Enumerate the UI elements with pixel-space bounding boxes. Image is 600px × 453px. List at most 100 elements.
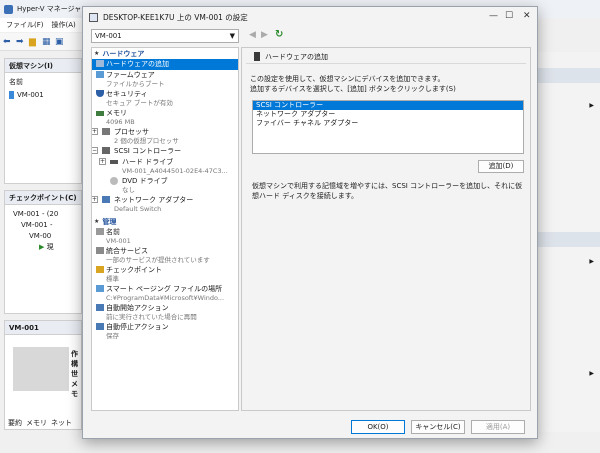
hardware-listbox[interactable]: SCSI コントローラー ネットワーク アダプター ファイバー チャネル アダプ… [252, 100, 524, 154]
vm-pane-title: 仮想マシン(I) [5, 59, 81, 73]
tree-item-sub: 標準 [106, 275, 119, 283]
tab-memory[interactable]: メモリ [26, 418, 47, 428]
expand-icon[interactable]: + [99, 158, 106, 165]
tab-summary[interactable]: 要約 [8, 418, 22, 428]
tree-item-processor[interactable]: + プロセッサ 2 個の仮想プロセッサ [92, 127, 238, 146]
tab-network[interactable]: ネット [51, 418, 72, 428]
checkpoint-now[interactable]: ▶ 現 [13, 242, 81, 253]
tree-item-add-hardware[interactable]: ハードウェアの追加 [92, 59, 238, 70]
tree-item-label: スマート ページング ファイルの場所 [106, 285, 223, 293]
autostop-icon [96, 323, 104, 330]
tree-item-autostart[interactable]: 自動開始アクション 前に実行されていた場合に再開 [92, 303, 238, 322]
collapse-icon[interactable]: ★ [94, 50, 99, 57]
menu-file[interactable]: ファイル(F) [6, 20, 44, 30]
cancel-button[interactable]: キャンセル(C) [411, 420, 465, 434]
nav-back-icon[interactable]: ◀ [249, 30, 256, 40]
collapse-icon[interactable]: ★ [94, 218, 99, 225]
actions-pane: ▶ ▶ ▶ [538, 52, 600, 432]
hardware-option-fibre[interactable]: ファイバー チャネル アダプター [253, 119, 523, 128]
collapse-icon[interactable]: − [92, 147, 98, 154]
tree-item-name[interactable]: 名前 VM-001 [92, 227, 238, 246]
tree-item-label: チェックポイント [106, 266, 162, 274]
apply-button[interactable]: 適用(A) [471, 420, 525, 434]
checkpoint-item[interactable]: VM-001 - [13, 220, 81, 231]
tree-item-label: ハードウェアの追加 [106, 60, 169, 68]
management-section-header[interactable]: ★ 管理 [92, 216, 238, 227]
forward-arrow-icon[interactable]: ➡ [16, 37, 26, 47]
panel-description: この設定を使用して、仮想マシンにデバイスを追加できます。 追加するデバイスを選択… [250, 74, 526, 94]
tree-item-label: ネットワーク アダプター [114, 196, 194, 204]
panel-desc-line: この設定を使用して、仮想マシンにデバイスを追加できます。 [250, 75, 445, 83]
tree-item-sub: VM-001_A4044501-02E4-47C3... [122, 167, 228, 175]
nav-forward-icon[interactable]: ▶ [261, 30, 268, 40]
actions-header [538, 232, 600, 247]
tree-item-label: セキュリティ [106, 90, 148, 98]
grid-icon[interactable]: ▦ [42, 37, 52, 47]
minimize-icon[interactable]: — [489, 11, 498, 21]
tree-item-sub: Default Switch [114, 205, 162, 213]
help-icon[interactable]: ▣ [55, 37, 65, 47]
tree-item-network[interactable]: + ネットワーク アダプター Default Switch [92, 195, 238, 214]
tree-item-sub: 一部のサービスが提供されています [106, 256, 210, 264]
tree-item-integration[interactable]: 統合サービス 一部のサービスが提供されています [92, 246, 238, 265]
vm-col-header: 名前 [9, 78, 23, 86]
hardware-icon [254, 52, 260, 61]
firmware-icon [96, 71, 104, 78]
back-arrow-icon[interactable]: ⬅ [3, 37, 13, 47]
ok-button[interactable]: OK(O) [351, 420, 405, 434]
dvd-icon [110, 177, 118, 185]
hardware-option-network[interactable]: ネットワーク アダプター [253, 110, 523, 119]
shield-icon [96, 90, 104, 97]
play-icon: ▶ [39, 243, 47, 251]
vm-select-value: VM-001 [95, 32, 122, 40]
tree-item-label: プロセッサ [114, 128, 149, 136]
submenu-arrow-icon[interactable]: ▶ [589, 258, 594, 265]
tree-item-sub: VM-001 [106, 237, 131, 245]
tree-item-scsi[interactable]: − SCSI コントローラー [92, 146, 238, 157]
tree-item-hdd[interactable]: + ハード ドライブ VM-001_A4044501-02E4-47C3... [92, 157, 238, 176]
tree-item-sub: C:¥ProgramData¥Microsoft¥Windo... [106, 294, 225, 302]
hard-drive-icon [110, 160, 118, 164]
tree-item-dvd[interactable]: DVD ドライブ なし [92, 176, 238, 195]
expand-icon[interactable]: + [92, 196, 98, 203]
submenu-arrow-icon[interactable]: ▶ [589, 102, 594, 109]
tree-item-paging[interactable]: スマート ページング ファイルの場所 C:¥ProgramData¥Micros… [92, 284, 238, 303]
dialog-title: DESKTOP-KEE1K7U 上の VM-001 の設定 [103, 12, 248, 22]
vm-row[interactable]: VM-001 [5, 85, 81, 105]
checkpoint-icon [96, 266, 104, 273]
tree-item-label: 自動停止アクション [106, 323, 169, 331]
hardware-section-header[interactable]: ★ ハードウェア [92, 48, 238, 59]
tree-item-security[interactable]: セキュリティ セキュア ブートが有効 [92, 89, 238, 108]
submenu-arrow-icon[interactable]: ▶ [589, 370, 594, 377]
vm-select[interactable]: VM-001 ▼ [91, 29, 239, 43]
memory-icon [96, 111, 104, 116]
settings-window-icon [89, 12, 98, 22]
tree-item-checkpoint[interactable]: チェックポイント 標準 [92, 265, 238, 284]
expand-icon[interactable]: + [92, 128, 98, 135]
vm-icon [9, 91, 14, 99]
folder-icon[interactable]: ▆ [29, 37, 39, 47]
menu-action[interactable]: 操作(A) [52, 20, 76, 30]
maximize-icon[interactable]: ☐ [505, 11, 513, 21]
tree-item-memory[interactable]: メモリ 4096 MB [92, 108, 238, 127]
tree-item-sub: 保存 [106, 332, 119, 340]
tree-item-firmware[interactable]: ファームウェア ファイルからブート [92, 70, 238, 89]
detail-label: 構 [71, 360, 78, 368]
detail-tabs: 要約 メモリ ネット [4, 416, 84, 430]
paging-file-icon [96, 285, 104, 292]
tree-item-sub: 2 個の仮想プロセッサ [114, 137, 179, 145]
checkpoint-pane: チェックポイント(C) VM-001 - (20 VM-001 - VM-00 … [4, 190, 82, 314]
tree-item-autostop[interactable]: 自動停止アクション 保存 [92, 322, 238, 341]
add-button[interactable]: 追加(D) [478, 160, 524, 173]
hyperv-title: Hyper-V マネージャー [17, 5, 89, 13]
vm-pane: 仮想マシン(I) 名前 VM-001 [4, 58, 82, 184]
close-icon[interactable]: ✕ [523, 11, 531, 21]
refresh-icon[interactable]: ↻ [275, 29, 283, 40]
tree-item-label: メモリ [106, 109, 127, 117]
checkpoint-item[interactable]: VM-001 - (20 [13, 209, 81, 220]
hardware-option-scsi[interactable]: SCSI コントローラー [253, 101, 523, 110]
hyperv-menubar: ファイル(F) 操作(A) [0, 18, 90, 32]
detail-pane-title: VM-001 [5, 321, 81, 335]
checkpoint-item[interactable]: VM-00 [13, 231, 81, 242]
tree-item-sub: ファイルからブート [106, 80, 165, 88]
